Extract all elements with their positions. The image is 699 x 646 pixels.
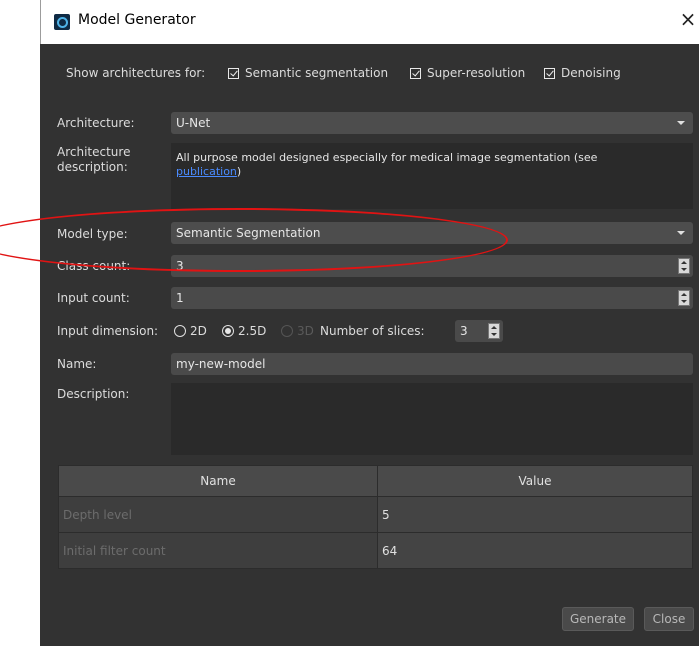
dialog-body: Show architectures for: Semantic segment… bbox=[40, 44, 699, 646]
description-suffix: ) bbox=[236, 165, 242, 178]
title-bar: Model Generator × bbox=[40, 0, 699, 44]
stepper-icon[interactable] bbox=[678, 258, 690, 274]
table-header-row: Name Value bbox=[58, 465, 693, 497]
slices-value: 3 bbox=[460, 324, 468, 338]
stepper-icon[interactable] bbox=[678, 290, 690, 306]
table-row: Initial filter count 64 bbox=[58, 532, 693, 569]
semantic-segmentation-checkbox[interactable] bbox=[228, 68, 239, 79]
slices-spinbox[interactable]: 3 bbox=[455, 320, 503, 342]
input-dimension-label: Input dimension: bbox=[57, 324, 159, 338]
number-of-slices-label: Number of slices: bbox=[320, 324, 425, 338]
super-resolution-checkbox[interactable] bbox=[410, 68, 421, 79]
chevron-down-icon bbox=[677, 231, 685, 235]
architecture-value: U-Net bbox=[176, 116, 211, 130]
close-icon[interactable]: × bbox=[677, 8, 699, 30]
table-row: Depth level 5 bbox=[58, 496, 693, 533]
name-input[interactable]: my-new-model bbox=[171, 353, 693, 375]
window-title: Model Generator bbox=[78, 12, 196, 28]
radio-2-5d-label: 2.5D bbox=[238, 324, 267, 338]
architecture-description-text: All purpose model designed especially fo… bbox=[176, 151, 598, 164]
param-name-cell: Depth level bbox=[58, 496, 378, 533]
radio-2d-label: 2D bbox=[190, 324, 207, 338]
description-label: Description: bbox=[57, 387, 130, 401]
stepper-icon[interactable] bbox=[488, 323, 500, 339]
radio-3d[interactable] bbox=[281, 325, 293, 337]
close-button[interactable]: Close bbox=[644, 607, 694, 631]
app-logo-icon bbox=[54, 14, 70, 30]
column-header-value[interactable]: Value bbox=[377, 465, 693, 497]
input-count-spinbox[interactable]: 1 bbox=[171, 287, 693, 309]
chevron-down-icon bbox=[677, 121, 685, 125]
param-name-cell: Initial filter count bbox=[58, 532, 378, 569]
column-header-name[interactable]: Name bbox=[58, 465, 378, 497]
model-generator-window: Model Generator × Show architectures for… bbox=[40, 0, 699, 646]
architecture-description-label: Architecture description: bbox=[57, 145, 131, 174]
radio-2d[interactable] bbox=[174, 325, 186, 337]
description-textarea[interactable] bbox=[171, 383, 693, 455]
generate-button[interactable]: Generate bbox=[562, 607, 634, 631]
name-value: my-new-model bbox=[176, 357, 266, 371]
architecture-dropdown[interactable]: U-Net bbox=[171, 112, 693, 134]
publication-link[interactable]: publication bbox=[176, 165, 237, 178]
radio-3d-label: 3D bbox=[297, 324, 314, 338]
radio-2-5d[interactable] bbox=[222, 325, 234, 337]
input-count-value: 1 bbox=[176, 291, 184, 305]
denoising-checkbox[interactable] bbox=[544, 68, 555, 79]
architecture-description-box: All purpose model designed especially fo… bbox=[171, 143, 693, 209]
semantic-segmentation-label: Semantic segmentation bbox=[245, 66, 389, 80]
architecture-label: Architecture: bbox=[57, 116, 135, 130]
denoising-label: Denoising bbox=[561, 66, 621, 80]
show-architectures-label: Show architectures for: bbox=[66, 66, 206, 80]
super-resolution-label: Super-resolution bbox=[427, 66, 526, 80]
param-value-cell[interactable]: 64 bbox=[377, 532, 693, 569]
name-label: Name: bbox=[57, 357, 97, 371]
parameters-table: Name Value Depth level 5 Initial filter … bbox=[58, 465, 693, 569]
param-value-cell[interactable]: 5 bbox=[377, 496, 693, 533]
input-count-label: Input count: bbox=[57, 291, 130, 305]
